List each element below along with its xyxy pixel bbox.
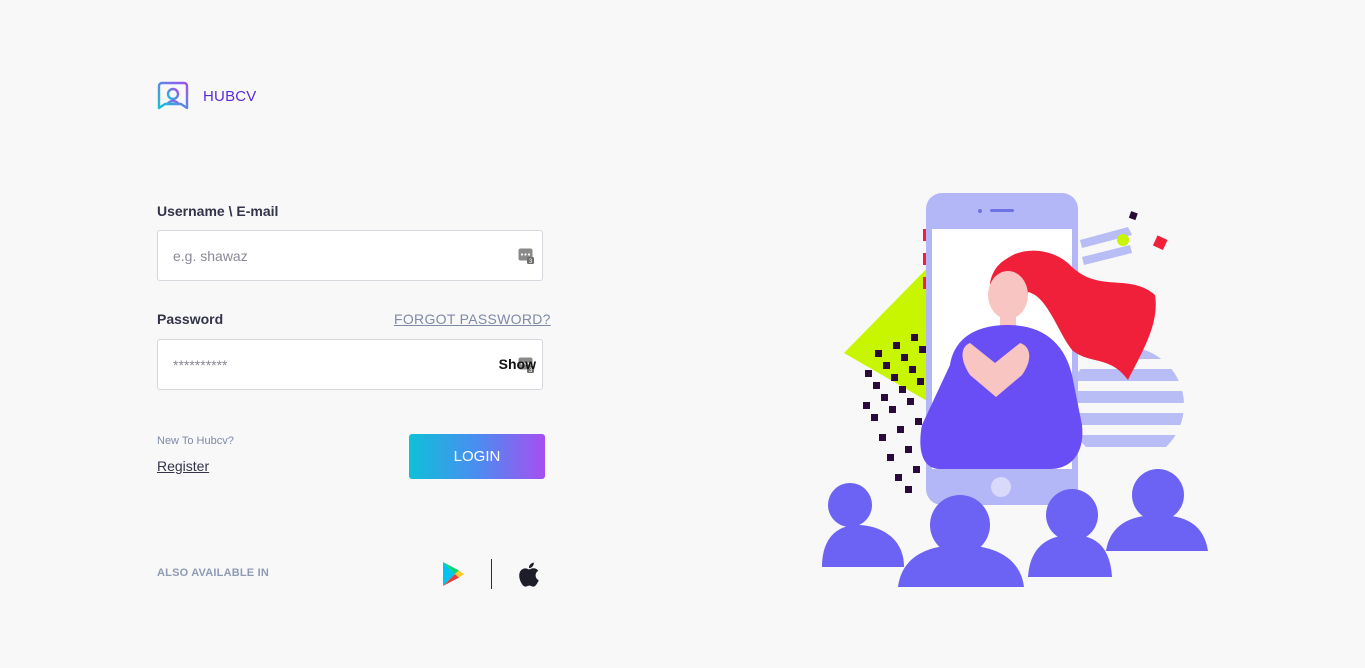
brand[interactable]: HUBCV: [157, 80, 257, 112]
register-link[interactable]: Register: [157, 458, 209, 474]
also-available-label: ALSO AVAILABLE IN: [157, 567, 269, 579]
login-button[interactable]: LOGIN: [409, 434, 545, 479]
username-label: Username \ E-mail: [157, 203, 279, 219]
username-input[interactable]: [173, 231, 493, 280]
phone-presenter-illustration: [822, 193, 1208, 587]
google-play-icon[interactable]: [441, 561, 465, 587]
stripes: [1080, 227, 1132, 265]
password-manager-icon[interactable]: 3: [518, 248, 534, 264]
show-password-button[interactable]: Show: [499, 356, 536, 372]
forgot-password-link[interactable]: FORGOT PASSWORD?: [394, 311, 551, 327]
password-field[interactable]: 3 Show: [157, 339, 543, 390]
username-field[interactable]: 3: [157, 230, 543, 281]
brand-name: HUBCV: [203, 87, 257, 105]
password-input[interactable]: [173, 340, 493, 389]
hubcv-logo-icon: [157, 81, 189, 110]
password-label: Password: [157, 311, 224, 327]
login-page: HUBCV Username \ E-mail 3 Password FORGO…: [0, 0, 1365, 668]
store-divider: [491, 559, 492, 589]
new-user-prompt: New To Hubcv?: [157, 435, 234, 447]
apple-icon[interactable]: [516, 561, 540, 588]
